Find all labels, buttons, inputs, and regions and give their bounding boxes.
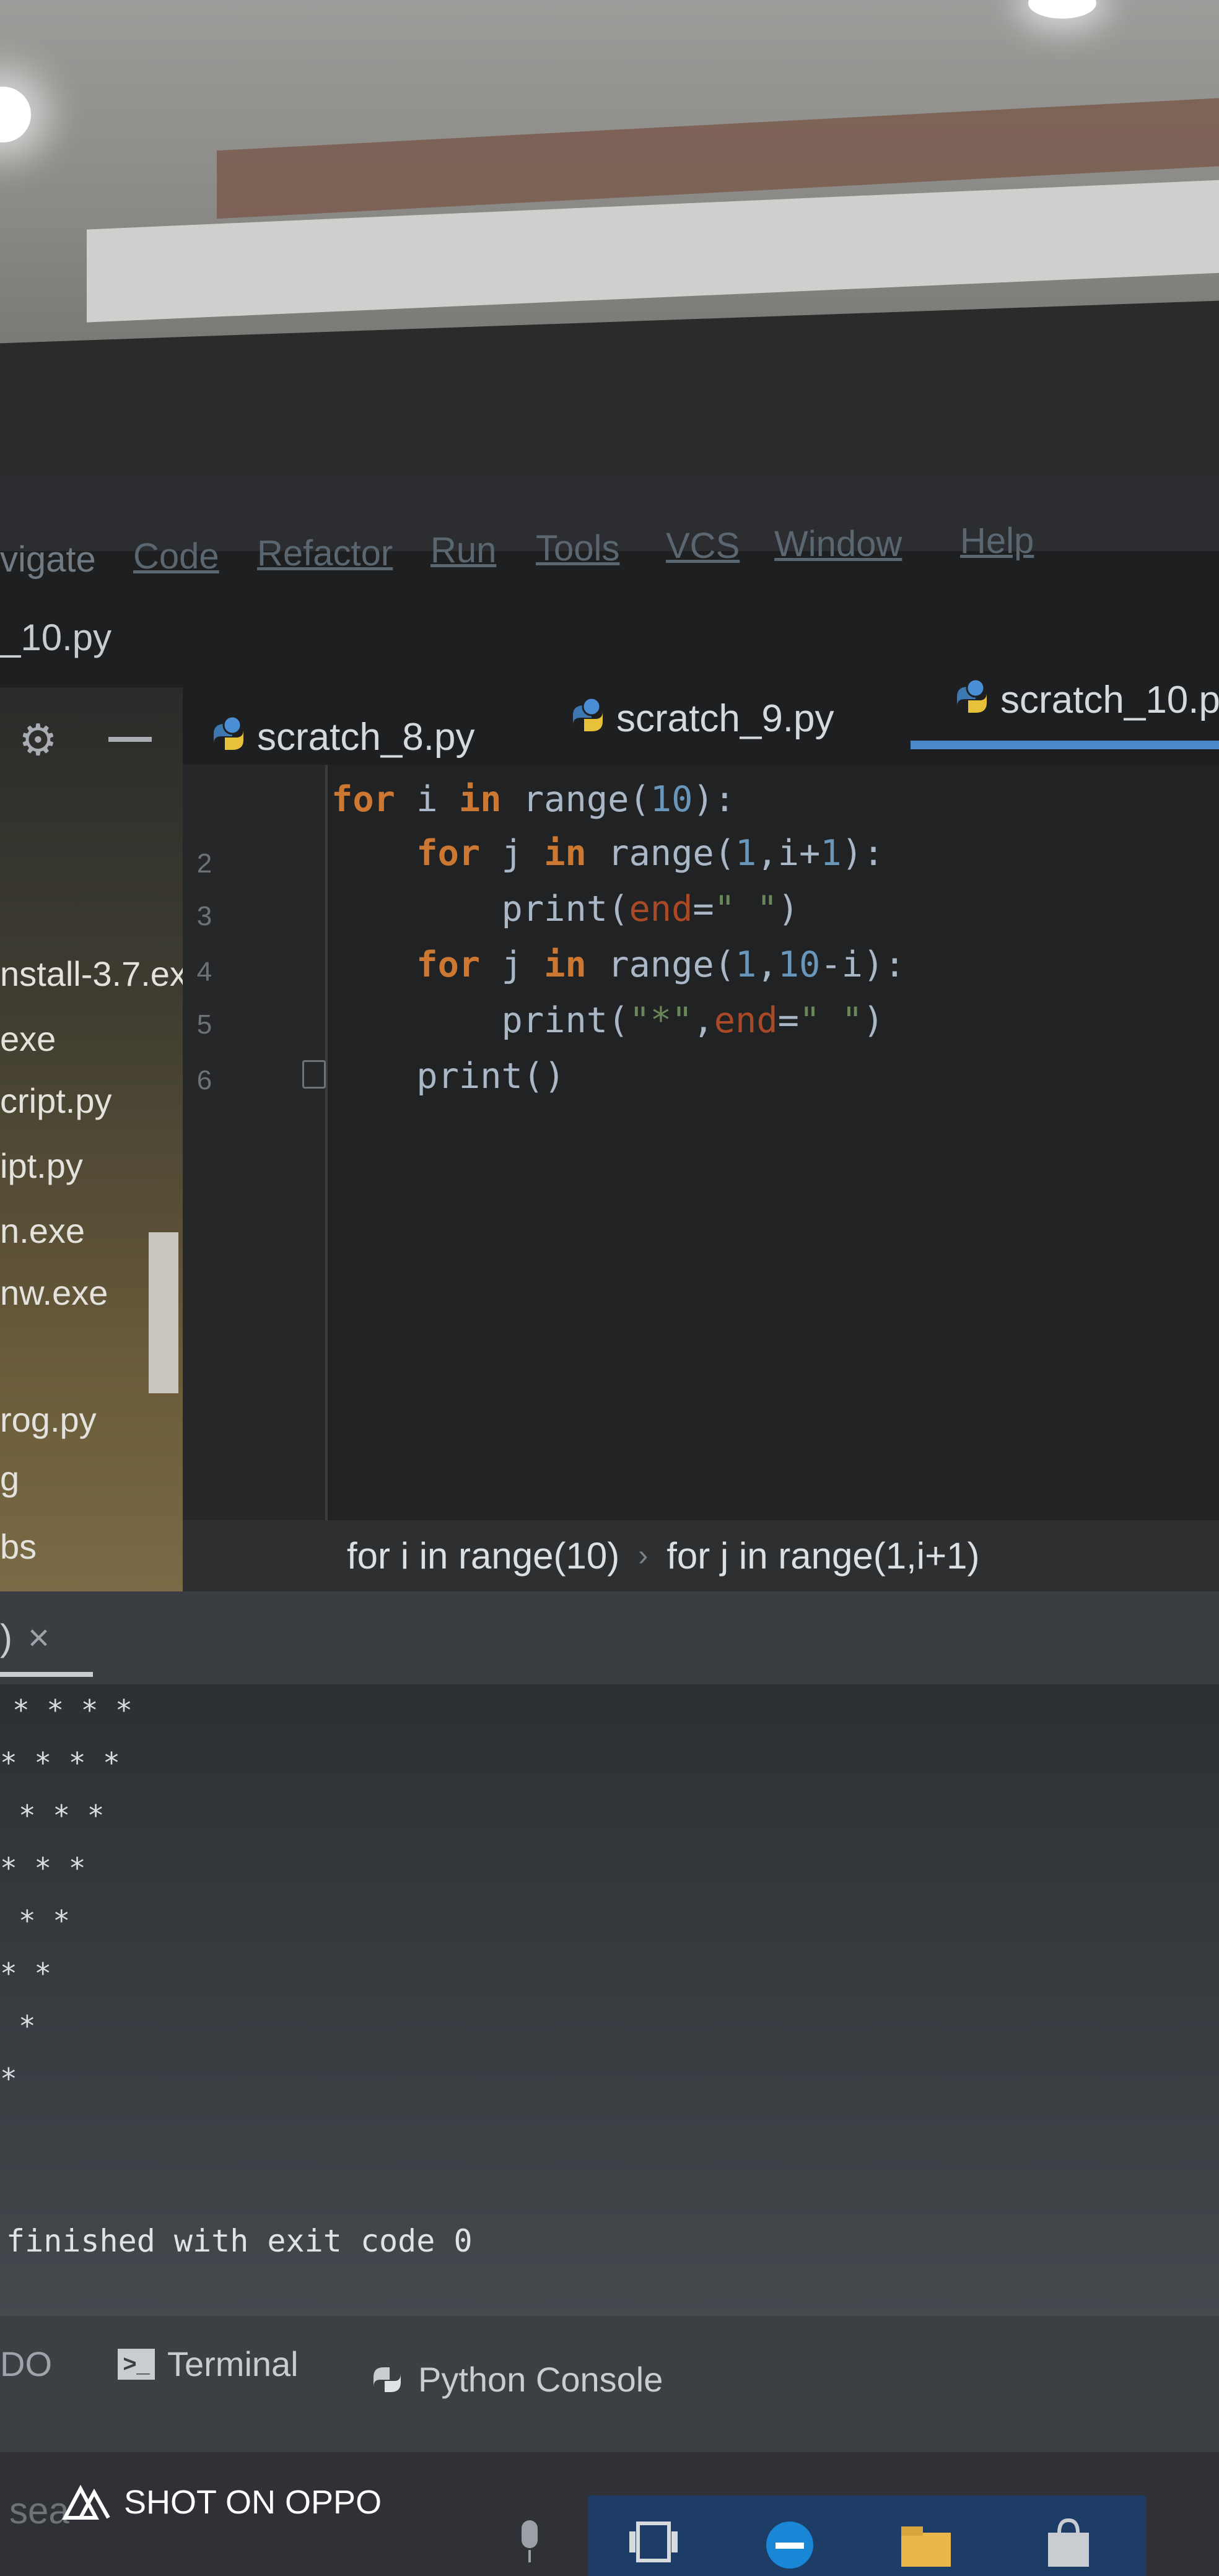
store-icon[interactable] — [1041, 2514, 1096, 2570]
sidebar-file[interactable]: exe — [0, 1019, 56, 1059]
code-line-1: for i in range(10): — [331, 779, 736, 820]
code-line-6: print() — [331, 1056, 566, 1097]
sidebar-file[interactable]: bs — [0, 1526, 37, 1567]
output-line: * * — [0, 1957, 52, 1990]
line-number: 3 — [196, 901, 212, 931]
run-output-console[interactable] — [0, 1684, 1219, 2316]
python-file-icon — [573, 697, 603, 731]
terminal-icon: >_ — [118, 2348, 155, 2380]
taskbar-search[interactable]: sea — [9, 2489, 69, 2532]
oppo-logo-icon — [62, 2484, 110, 2520]
python-file-icon — [214, 715, 243, 750]
tab-python-console[interactable]: Python Console — [369, 2359, 663, 2400]
tab-python-console-label: Python Console — [418, 2360, 663, 2399]
output-line: * — [19, 2009, 36, 2043]
tab-todo[interactable]: DO — [0, 2344, 52, 2384]
tab-label: scratch_10.p — [1000, 678, 1219, 721]
run-panel-header — [0, 1591, 1219, 1684]
menu-vcs[interactable]: VCS — [666, 525, 740, 567]
tab-scratch-9[interactable]: scratch_9.py — [567, 681, 834, 755]
project-sidebar — [0, 687, 183, 1591]
code-line-2: for j in range(1,i+1): — [416, 833, 885, 874]
task-view-icon[interactable] — [626, 2514, 681, 2570]
output-line: * * — [19, 1904, 71, 1938]
close-icon[interactable]: × — [28, 1616, 50, 1659]
menu-tools[interactable]: Tools — [536, 528, 619, 569]
code-line-4: for j in range(1,10-i): — [416, 944, 906, 985]
output-line: * * * * — [12, 1694, 133, 1727]
python-file-icon — [957, 678, 987, 713]
output-line: * — [0, 2062, 17, 2095]
microphone-icon[interactable] — [502, 2514, 557, 2570]
folder-icon[interactable] — [898, 2514, 954, 2570]
ceiling-light — [1028, 0, 1096, 19]
fold-icon[interactable] — [302, 1060, 326, 1089]
code-editor[interactable] — [183, 765, 1219, 1520]
exit-message: finished with exit code 0 — [6, 2223, 473, 2259]
run-tab-indicator — [0, 1672, 93, 1677]
line-number: 5 — [196, 1009, 212, 1040]
menu-run[interactable]: Run — [430, 529, 496, 571]
sidebar-file[interactable]: cript.py — [0, 1081, 112, 1121]
breadcrumb-item[interactable]: for j in range(1,i+1) — [666, 1534, 979, 1577]
tab-terminal[interactable]: >_ Terminal — [118, 2344, 299, 2384]
code-line-3: print(end=" ") — [331, 889, 799, 929]
sidebar-file[interactable]: nstall-3.7.ex — [0, 954, 187, 994]
tab-label: scratch_9.py — [616, 697, 834, 740]
sidebar-file[interactable]: ipt.py — [0, 1146, 83, 1186]
minus-icon[interactable] — [108, 737, 152, 742]
menu-help[interactable]: Help — [960, 520, 1034, 562]
sidebar-file[interactable]: rog.py — [0, 1399, 97, 1440]
line-number: 4 — [196, 957, 212, 987]
python-console-icon — [374, 2367, 401, 2392]
tab-terminal-label: Terminal — [167, 2344, 299, 2383]
edge-browser-icon[interactable] — [762, 2514, 818, 2570]
breadcrumb-separator: › — [638, 1539, 649, 1572]
menu-refactor[interactable]: Refactor — [257, 533, 393, 574]
gear-icon[interactable]: ⚙ — [19, 718, 62, 762]
output-line: * * * — [0, 1852, 86, 1885]
output-line: * * * * — [0, 1746, 120, 1780]
sidebar-file[interactable]: g — [0, 1458, 19, 1499]
breadcrumb: for i in range(10) › for j in range(1,i+… — [183, 1520, 1219, 1591]
line-number: 2 — [196, 848, 212, 879]
run-tab-label[interactable]: ) — [0, 1616, 12, 1659]
line-number: 6 — [196, 1065, 212, 1095]
watermark-text: SHOT ON OPPO — [124, 2484, 382, 2521]
menu-code[interactable]: Code — [133, 536, 219, 577]
sidebar-file[interactable]: n.exe — [0, 1211, 85, 1251]
menu-bar: vigate Code Refactor Run Tools VCS Windo… — [0, 477, 1219, 580]
window-title: _10.py — [0, 617, 112, 658]
menu-navigate[interactable]: vigate — [0, 539, 96, 580]
tab-scratch-10[interactable]: scratch_10.p — [951, 663, 1219, 737]
camera-watermark: SHOT ON OPPO — [62, 2483, 382, 2522]
tab-scratch-8[interactable]: scratch_8.py — [208, 700, 475, 774]
menu-window[interactable]: Window — [774, 523, 902, 565]
sidebar-file[interactable]: nw.exe — [0, 1273, 108, 1313]
tab-label: scratch_8.py — [257, 715, 475, 759]
active-tab-indicator — [911, 741, 1219, 749]
sidebar-scrollbar[interactable] — [149, 1232, 178, 1393]
code-line-5: print("*",end=" ") — [331, 1000, 885, 1041]
output-line: * * * — [19, 1799, 105, 1832]
ceiling-light — [0, 87, 31, 142]
breadcrumb-item[interactable]: for i in range(10) — [347, 1534, 619, 1577]
